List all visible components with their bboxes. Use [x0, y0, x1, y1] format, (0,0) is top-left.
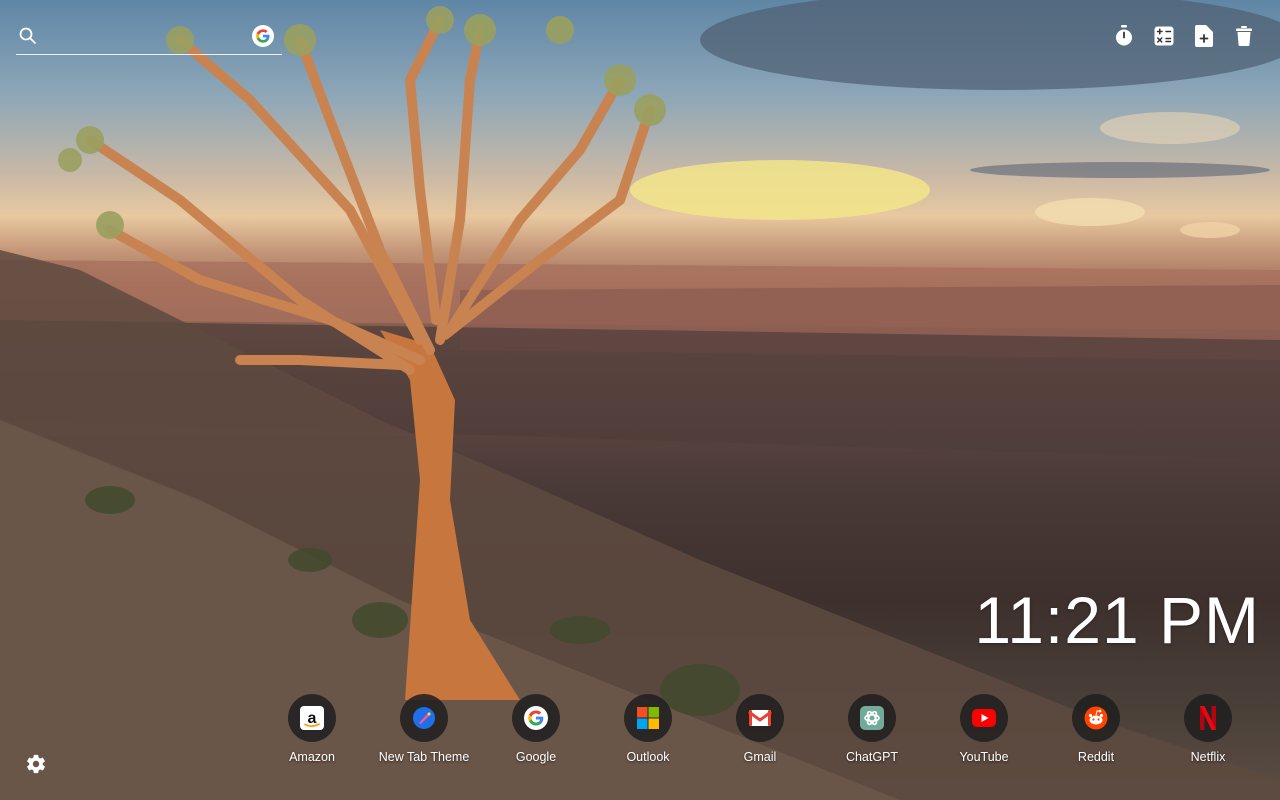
outlook-icon	[624, 694, 672, 742]
search-icon[interactable]	[18, 26, 38, 46]
gmail-icon	[736, 694, 784, 742]
shortcut-label: Outlook	[626, 750, 670, 764]
google-icon	[512, 694, 560, 742]
shortcut-label: ChatGPT	[845, 750, 899, 764]
reddit-icon	[1072, 694, 1120, 742]
clock: 11:21 PM	[974, 583, 1260, 657]
shortcut-netflix[interactable]: Netflix	[1152, 694, 1264, 764]
new-document-icon[interactable]	[1192, 24, 1216, 48]
shortcuts-bar: a Amazon New Tab Theme Google Outlook Gm…	[256, 694, 1264, 764]
shortcut-outlook[interactable]: Outlook	[592, 694, 704, 764]
shortcut-label: Reddit	[1077, 750, 1115, 764]
landscape-illustration	[0, 0, 1280, 800]
shortcut-label: YouTube	[959, 750, 1009, 764]
shortcut-label: Amazon	[289, 750, 335, 764]
shortcut-label: Gmail	[743, 750, 777, 764]
chatgpt-icon	[848, 694, 896, 742]
svg-text:a: a	[308, 710, 317, 727]
shortcut-amazon[interactable]: a Amazon	[256, 694, 368, 764]
new-tab-theme-icon	[400, 694, 448, 742]
shortcut-reddit[interactable]: Reddit	[1040, 694, 1152, 764]
youtube-icon	[960, 694, 1008, 742]
shortcut-label: Netflix	[1190, 750, 1226, 764]
shortcut-new-tab-theme[interactable]: New Tab Theme	[368, 694, 480, 764]
shortcut-gmail[interactable]: Gmail	[704, 694, 816, 764]
wallpaper	[0, 0, 1280, 800]
shortcut-label: New Tab Theme	[378, 750, 470, 764]
shortcut-youtube[interactable]: YouTube	[928, 694, 1040, 764]
search-bar	[16, 20, 282, 55]
stopwatch-icon[interactable]	[1112, 24, 1136, 48]
search-input[interactable]	[44, 24, 248, 50]
amazon-icon: a	[288, 694, 336, 742]
netflix-icon	[1184, 694, 1232, 742]
top-toolbar	[1112, 24, 1256, 48]
shortcut-chatgpt[interactable]: ChatGPT	[816, 694, 928, 764]
trash-icon[interactable]	[1232, 24, 1256, 48]
google-g-icon[interactable]	[252, 25, 274, 47]
shortcut-google[interactable]: Google	[480, 694, 592, 764]
calculator-icon[interactable]	[1152, 24, 1176, 48]
shortcut-label: Google	[515, 750, 557, 764]
gear-icon[interactable]	[25, 753, 47, 775]
